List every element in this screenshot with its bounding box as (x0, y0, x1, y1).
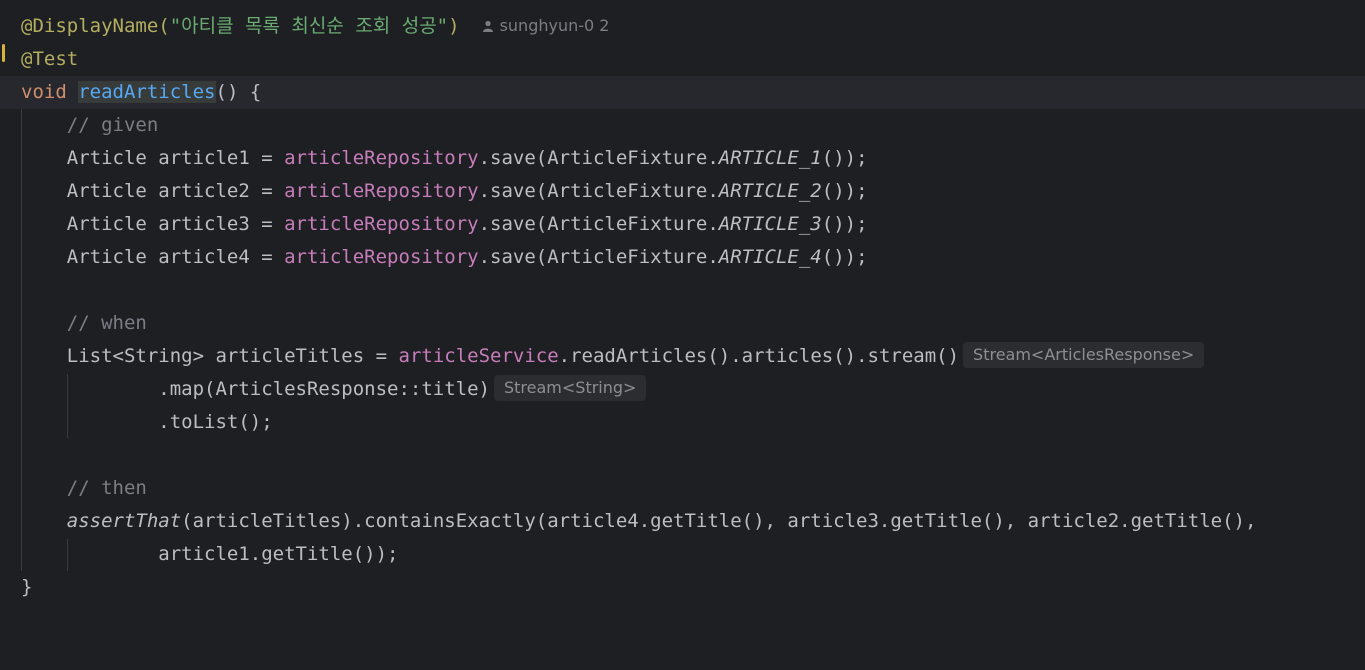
constant-token: ARTICLE_1 (718, 147, 822, 169)
code-token: Article article1 = (21, 147, 285, 169)
constant-token: ARTICLE_2 (718, 180, 822, 202)
code-token: .save(ArticleFixture. (478, 213, 719, 235)
keyword-token: void (21, 81, 67, 103)
code-line[interactable]: } (0, 571, 1365, 604)
code-line[interactable]: // then (0, 472, 1365, 505)
code-token: .save(ArticleFixture. (478, 246, 719, 268)
author-name: sunghyun-0 (499, 16, 595, 35)
field-token: articleRepository (284, 246, 479, 268)
string-token: "아티클 목록 최신순 조회 성공" (169, 15, 449, 37)
type-hint-stream[interactable]: Stream<ArticlesResponse> (963, 341, 1205, 368)
comment-token: // when (21, 312, 147, 334)
code-editor[interactable]: @DisplayName("아티클 목록 최신순 조회 성공") sunghyun… (0, 0, 1365, 619)
code-line[interactable]: List<String> articleTitles = articleServ… (0, 340, 1365, 373)
code-token: ()); (821, 147, 868, 169)
field-token: articleRepository (284, 180, 479, 202)
code-token: ()); (821, 213, 868, 235)
annotation-token: ) (448, 15, 460, 37)
code-token: .readArticles().articles().stream() (558, 345, 960, 367)
field-token: articleRepository (284, 213, 479, 235)
user-icon (482, 20, 493, 32)
code-line[interactable]: // given (0, 109, 1365, 142)
code-line[interactable]: Article article1 = articleRepository.sav… (0, 142, 1365, 175)
code-token: Article article3 = (21, 213, 285, 235)
code-line[interactable]: @DisplayName("아티클 목록 최신순 조회 성공") sunghyun… (0, 10, 1365, 43)
static-method-token: assertThat (66, 510, 182, 532)
field-token: articleRepository (284, 147, 479, 169)
code-token: article1.getTitle()); (21, 543, 399, 565)
constant-token: ARTICLE_3 (718, 213, 822, 235)
code-line-current[interactable]: void readArticles() { (0, 76, 1365, 109)
code-line[interactable]: @Test (0, 43, 1365, 76)
code-token: ()); (821, 246, 868, 268)
code-token: Article article2 = (21, 180, 285, 202)
comment-token: // given (21, 114, 159, 136)
code-token: (articleTitles).containsExactly(article4… (181, 510, 1257, 532)
code-line[interactable]: .map(ArticlesResponse::title) Stream<Stri… (0, 373, 1365, 406)
code-line[interactable]: Article article3 = articleRepository.sav… (0, 208, 1365, 241)
type-hint-map[interactable]: Stream<String> (494, 374, 647, 401)
code-line[interactable]: Article article2 = articleRepository.sav… (0, 175, 1365, 208)
comment-token: // then (21, 477, 147, 499)
code-line[interactable] (0, 439, 1365, 472)
code-line[interactable]: assertThat(articleTitles).containsExactl… (0, 505, 1365, 538)
code-token: .toList(); (21, 411, 273, 433)
code-token: ()); (821, 180, 868, 202)
annotation-token: @Test (21, 48, 79, 70)
code-line[interactable]: .toList(); (0, 406, 1365, 439)
code-token: .save(ArticleFixture. (478, 147, 719, 169)
code-line[interactable]: Article article4 = articleRepository.sav… (0, 241, 1365, 274)
code-author-hint[interactable]: sunghyun-0 2 (482, 9, 610, 42)
annotation-token: @DisplayName( (21, 15, 170, 37)
code-token: Article article4 = (21, 246, 285, 268)
constant-token: ARTICLE_4 (718, 246, 822, 268)
code-line[interactable]: // when (0, 307, 1365, 340)
code-token: List<String> articleTitles = (21, 345, 399, 367)
closing-brace: } (21, 576, 33, 598)
code-token: () { (215, 81, 262, 103)
code-line[interactable] (0, 274, 1365, 307)
author-count: 2 (599, 16, 610, 35)
method-name-token[interactable]: readArticles (78, 81, 216, 103)
code-line[interactable]: article1.getTitle()); (0, 538, 1365, 571)
field-token: articleService (398, 345, 559, 367)
code-token: .save(ArticleFixture. (478, 180, 719, 202)
code-token: .map(ArticlesResponse::title) (21, 378, 490, 400)
